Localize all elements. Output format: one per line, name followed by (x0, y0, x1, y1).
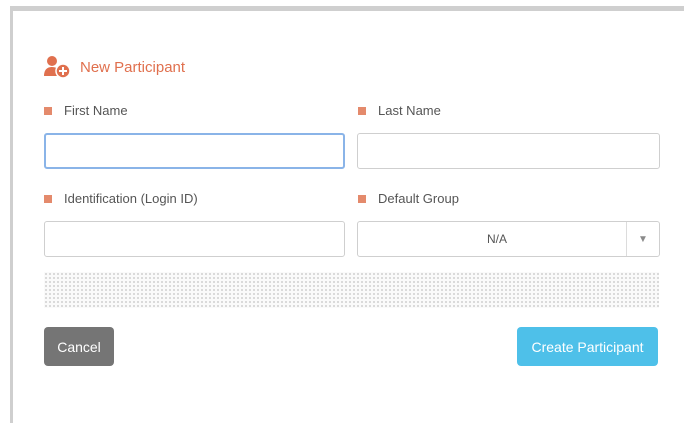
last-name-label-text: Last Name (378, 103, 441, 118)
first-name-input[interactable] (44, 133, 345, 169)
required-marker-icon (44, 194, 52, 203)
dialog-title: New Participant (80, 58, 186, 76)
default-group-label-text: Default Group (378, 191, 459, 206)
first-name-label: First Name (44, 103, 128, 118)
dialog-header: New Participant (44, 54, 185, 80)
required-marker-icon (358, 194, 366, 203)
identification-input[interactable] (44, 221, 345, 257)
user-add-icon (44, 55, 71, 79)
last-name-input[interactable] (357, 133, 660, 169)
identification-label-text: Identification (Login ID) (64, 191, 198, 206)
dropdown-arrow-icon[interactable]: ▼ (626, 222, 659, 256)
create-participant-button[interactable]: Create Participant (517, 327, 658, 366)
required-marker-icon (44, 106, 52, 115)
last-name-label: Last Name (358, 103, 441, 118)
default-group-value: N/A (486, 232, 507, 246)
default-group-label: Default Group (358, 191, 459, 206)
cancel-button[interactable]: Cancel (44, 327, 114, 366)
default-group-select[interactable]: N/A ▼ (357, 221, 660, 257)
first-name-label-text: First Name (64, 103, 128, 118)
identification-label: Identification (Login ID) (44, 191, 198, 206)
required-marker-icon (358, 106, 366, 115)
dotted-separator (44, 272, 659, 308)
